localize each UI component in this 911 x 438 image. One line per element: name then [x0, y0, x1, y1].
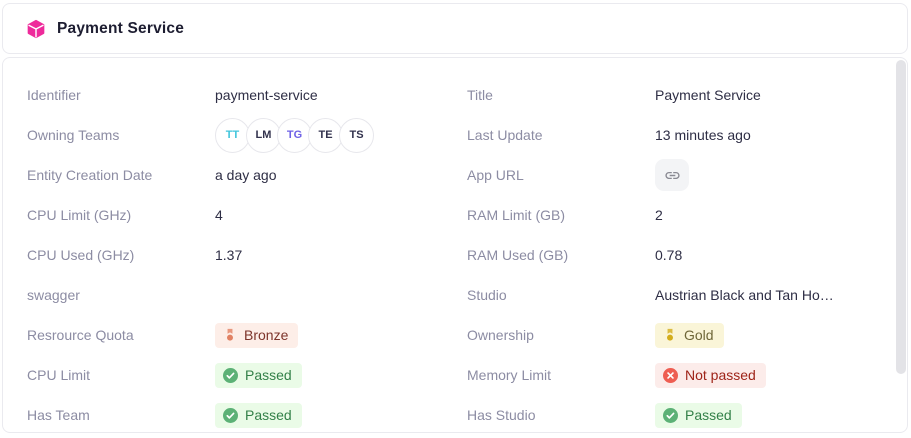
details-column-right: Title Payment Service Last Update 13 min…	[467, 75, 883, 433]
owning-teams-avatars: TT LM TG TE TS	[215, 118, 374, 153]
row-ownership: Ownership Gold	[467, 315, 883, 355]
row-resource-quota: Resrource Quota Bronze	[27, 315, 443, 355]
field-value: 0.78	[655, 247, 682, 263]
field-value: payment-service	[215, 87, 318, 103]
row-ram-used-gb: RAM Used (GB) 0.78	[467, 235, 883, 275]
team-avatar[interactable]: TT	[215, 118, 250, 153]
quota-badge-bronze: Bronze	[215, 323, 298, 348]
field-label: swagger	[27, 287, 215, 303]
row-swagger: swagger	[27, 275, 443, 315]
field-label: Resrource Quota	[27, 327, 215, 343]
row-memory-limit-check: Memory Limit Not passed	[467, 355, 883, 395]
details-grid: Identifier payment-service Owning Teams …	[27, 75, 883, 433]
entity-header: Payment Service	[2, 3, 908, 54]
field-label: App URL	[467, 167, 655, 183]
entity-details-card: Identifier payment-service Owning Teams …	[2, 57, 908, 433]
row-cpu-used-ghz: CPU Used (GHz) 1.37	[27, 235, 443, 275]
app-url-link-button[interactable]	[655, 159, 689, 191]
check-circle-icon	[223, 408, 238, 423]
status-badge-passed: Passed	[215, 403, 302, 428]
field-label: CPU Limit (GHz)	[27, 207, 215, 223]
field-label: Last Update	[467, 127, 655, 143]
vertical-scrollbar[interactable]	[896, 60, 906, 374]
row-identifier: Identifier payment-service	[27, 75, 443, 115]
row-cpu-limit-ghz: CPU Limit (GHz) 4	[27, 195, 443, 235]
team-avatar[interactable]: TE	[308, 118, 343, 153]
cube-icon	[26, 19, 46, 39]
field-label: Memory Limit	[467, 367, 655, 383]
page-title: Payment Service	[57, 20, 184, 38]
field-label: CPU Limit	[27, 367, 215, 383]
team-avatar[interactable]: LM	[246, 118, 281, 153]
team-avatar[interactable]: TS	[339, 118, 374, 153]
field-label: Identifier	[27, 87, 215, 103]
link-icon	[664, 167, 681, 184]
details-column-left: Identifier payment-service Owning Teams …	[27, 75, 443, 433]
field-label: Studio	[467, 287, 655, 303]
field-label: Owning Teams	[27, 127, 215, 143]
row-owning-teams: Owning Teams TT LM TG TE TS	[27, 115, 443, 155]
row-has-team: Has Team Passed	[27, 395, 443, 433]
team-avatar[interactable]: TG	[277, 118, 312, 153]
row-ram-limit-gb: RAM Limit (GB) 2	[467, 195, 883, 235]
field-label: Ownership	[467, 327, 655, 343]
field-label: CPU Used (GHz)	[27, 247, 215, 263]
check-circle-icon	[223, 368, 238, 383]
field-label: RAM Limit (GB)	[467, 207, 655, 223]
status-badge-not-passed: Not passed	[655, 363, 766, 388]
field-value: a day ago	[215, 167, 277, 183]
medal-icon	[663, 328, 677, 342]
x-circle-icon	[663, 368, 678, 383]
field-label: RAM Used (GB)	[467, 247, 655, 263]
status-badge-passed: Passed	[655, 403, 742, 428]
field-label: Title	[467, 87, 655, 103]
row-cpu-limit-check: CPU Limit Passed	[27, 355, 443, 395]
row-last-update: Last Update 13 minutes ago	[467, 115, 883, 155]
row-app-url: App URL	[467, 155, 883, 195]
field-value: Payment Service	[655, 87, 761, 103]
row-title: Title Payment Service	[467, 75, 883, 115]
status-badge-passed: Passed	[215, 363, 302, 388]
field-label: Entity Creation Date	[27, 167, 215, 183]
row-has-studio: Has Studio Passed	[467, 395, 883, 433]
field-value: Austrian Black and Tan Ho…	[655, 287, 834, 303]
field-value: 2	[655, 207, 663, 223]
row-studio: Studio Austrian Black and Tan Ho…	[467, 275, 883, 315]
field-label: Has Studio	[467, 407, 655, 423]
field-value: 13 minutes ago	[655, 127, 751, 143]
check-circle-icon	[663, 408, 678, 423]
row-entity-creation-date: Entity Creation Date a day ago	[27, 155, 443, 195]
field-value: 1.37	[215, 247, 242, 263]
field-label: Has Team	[27, 407, 215, 423]
ownership-badge-gold: Gold	[655, 323, 724, 348]
medal-icon	[223, 328, 237, 342]
field-value: 4	[215, 207, 223, 223]
